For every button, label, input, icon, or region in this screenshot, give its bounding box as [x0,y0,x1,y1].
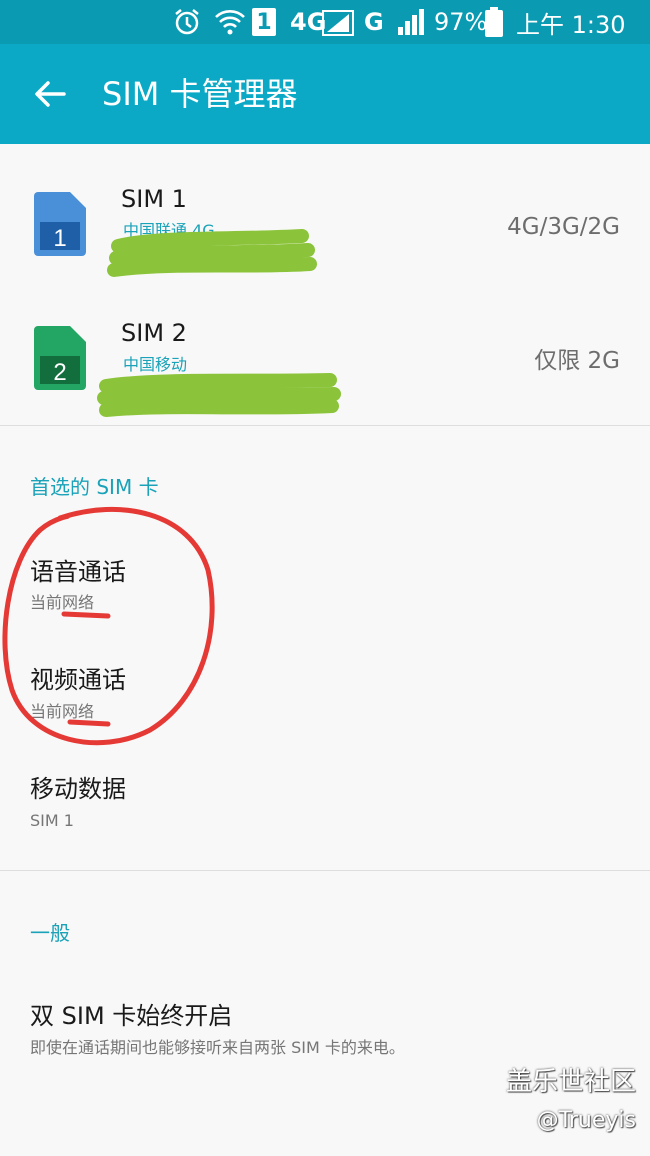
pref-item-title: 移动数据 [30,775,126,803]
signal-strength-icon [322,0,354,44]
page-title: SIM 卡管理器 [102,75,298,113]
back-arrow-icon[interactable] [30,74,70,114]
pref-item-subtitle: 当前网络 [30,702,95,721]
wifi-icon [214,0,246,44]
sim-carrier: 中国联通 4G [123,221,215,240]
sim-card-icon: 2 [34,326,86,390]
sim-card-row-2[interactable]: 2 SIM 2 中国移动 仅限 2G [0,290,650,424]
battery-icon [484,0,504,44]
section-header-general: 一般 [30,921,70,945]
app-bar: SIM 卡管理器 [0,44,650,144]
section-divider [0,870,650,871]
sim-card-row-1[interactable]: 1 SIM 1 中国联通 4G 4G/3G/2G [0,156,650,290]
network-type-label: 4G [290,8,327,36]
svg-text:1: 1 [53,225,66,252]
pref-item-subtitle: SIM 1 [30,811,74,830]
clock: 上午 1:30 [516,10,626,39]
pref-item-title: 视频通话 [30,666,126,694]
pref-item-video-call[interactable]: 视频通话 当前网络 [0,658,650,758]
svg-text:2: 2 [53,359,66,386]
watermark-author: @Trueyis [536,1108,636,1133]
sim-card-icon: 1 [34,192,86,256]
sim-name: SIM 1 [121,185,187,213]
pref-item-subtitle: 即使在通话期间也能够接听来自两张 SIM 卡的来电。 [30,1038,405,1057]
watermark-brand: 盖乐世社区 [505,1067,636,1097]
sim-network-mode: 4G/3G/2G [507,214,620,240]
section-divider [0,425,650,426]
network-type-label-2: G [364,8,384,36]
pref-item-title: 双 SIM 卡始终开启 [30,1002,233,1030]
sim-slot-indicator: 1 [252,0,276,44]
status-bar: 1 4G G 97% 上午 1:30 [0,0,650,44]
sim-network-mode: 仅限 2G [534,348,620,374]
battery-percent: 97% [434,8,488,36]
sim-carrier: 中国移动 [123,355,188,374]
alarm-icon [172,0,202,44]
sim-name: SIM 2 [121,319,187,347]
pref-item-mobile-data[interactable]: 移动数据 SIM 1 [0,767,650,867]
signal-strength-icon-2 [396,0,426,44]
pref-item-title: 语音通话 [30,558,126,586]
section-header-preferred: 首选的 SIM 卡 [30,475,159,499]
pref-item-subtitle: 当前网络 [30,593,95,612]
pref-item-voice-call[interactable]: 语音通话 当前网络 [0,548,650,648]
